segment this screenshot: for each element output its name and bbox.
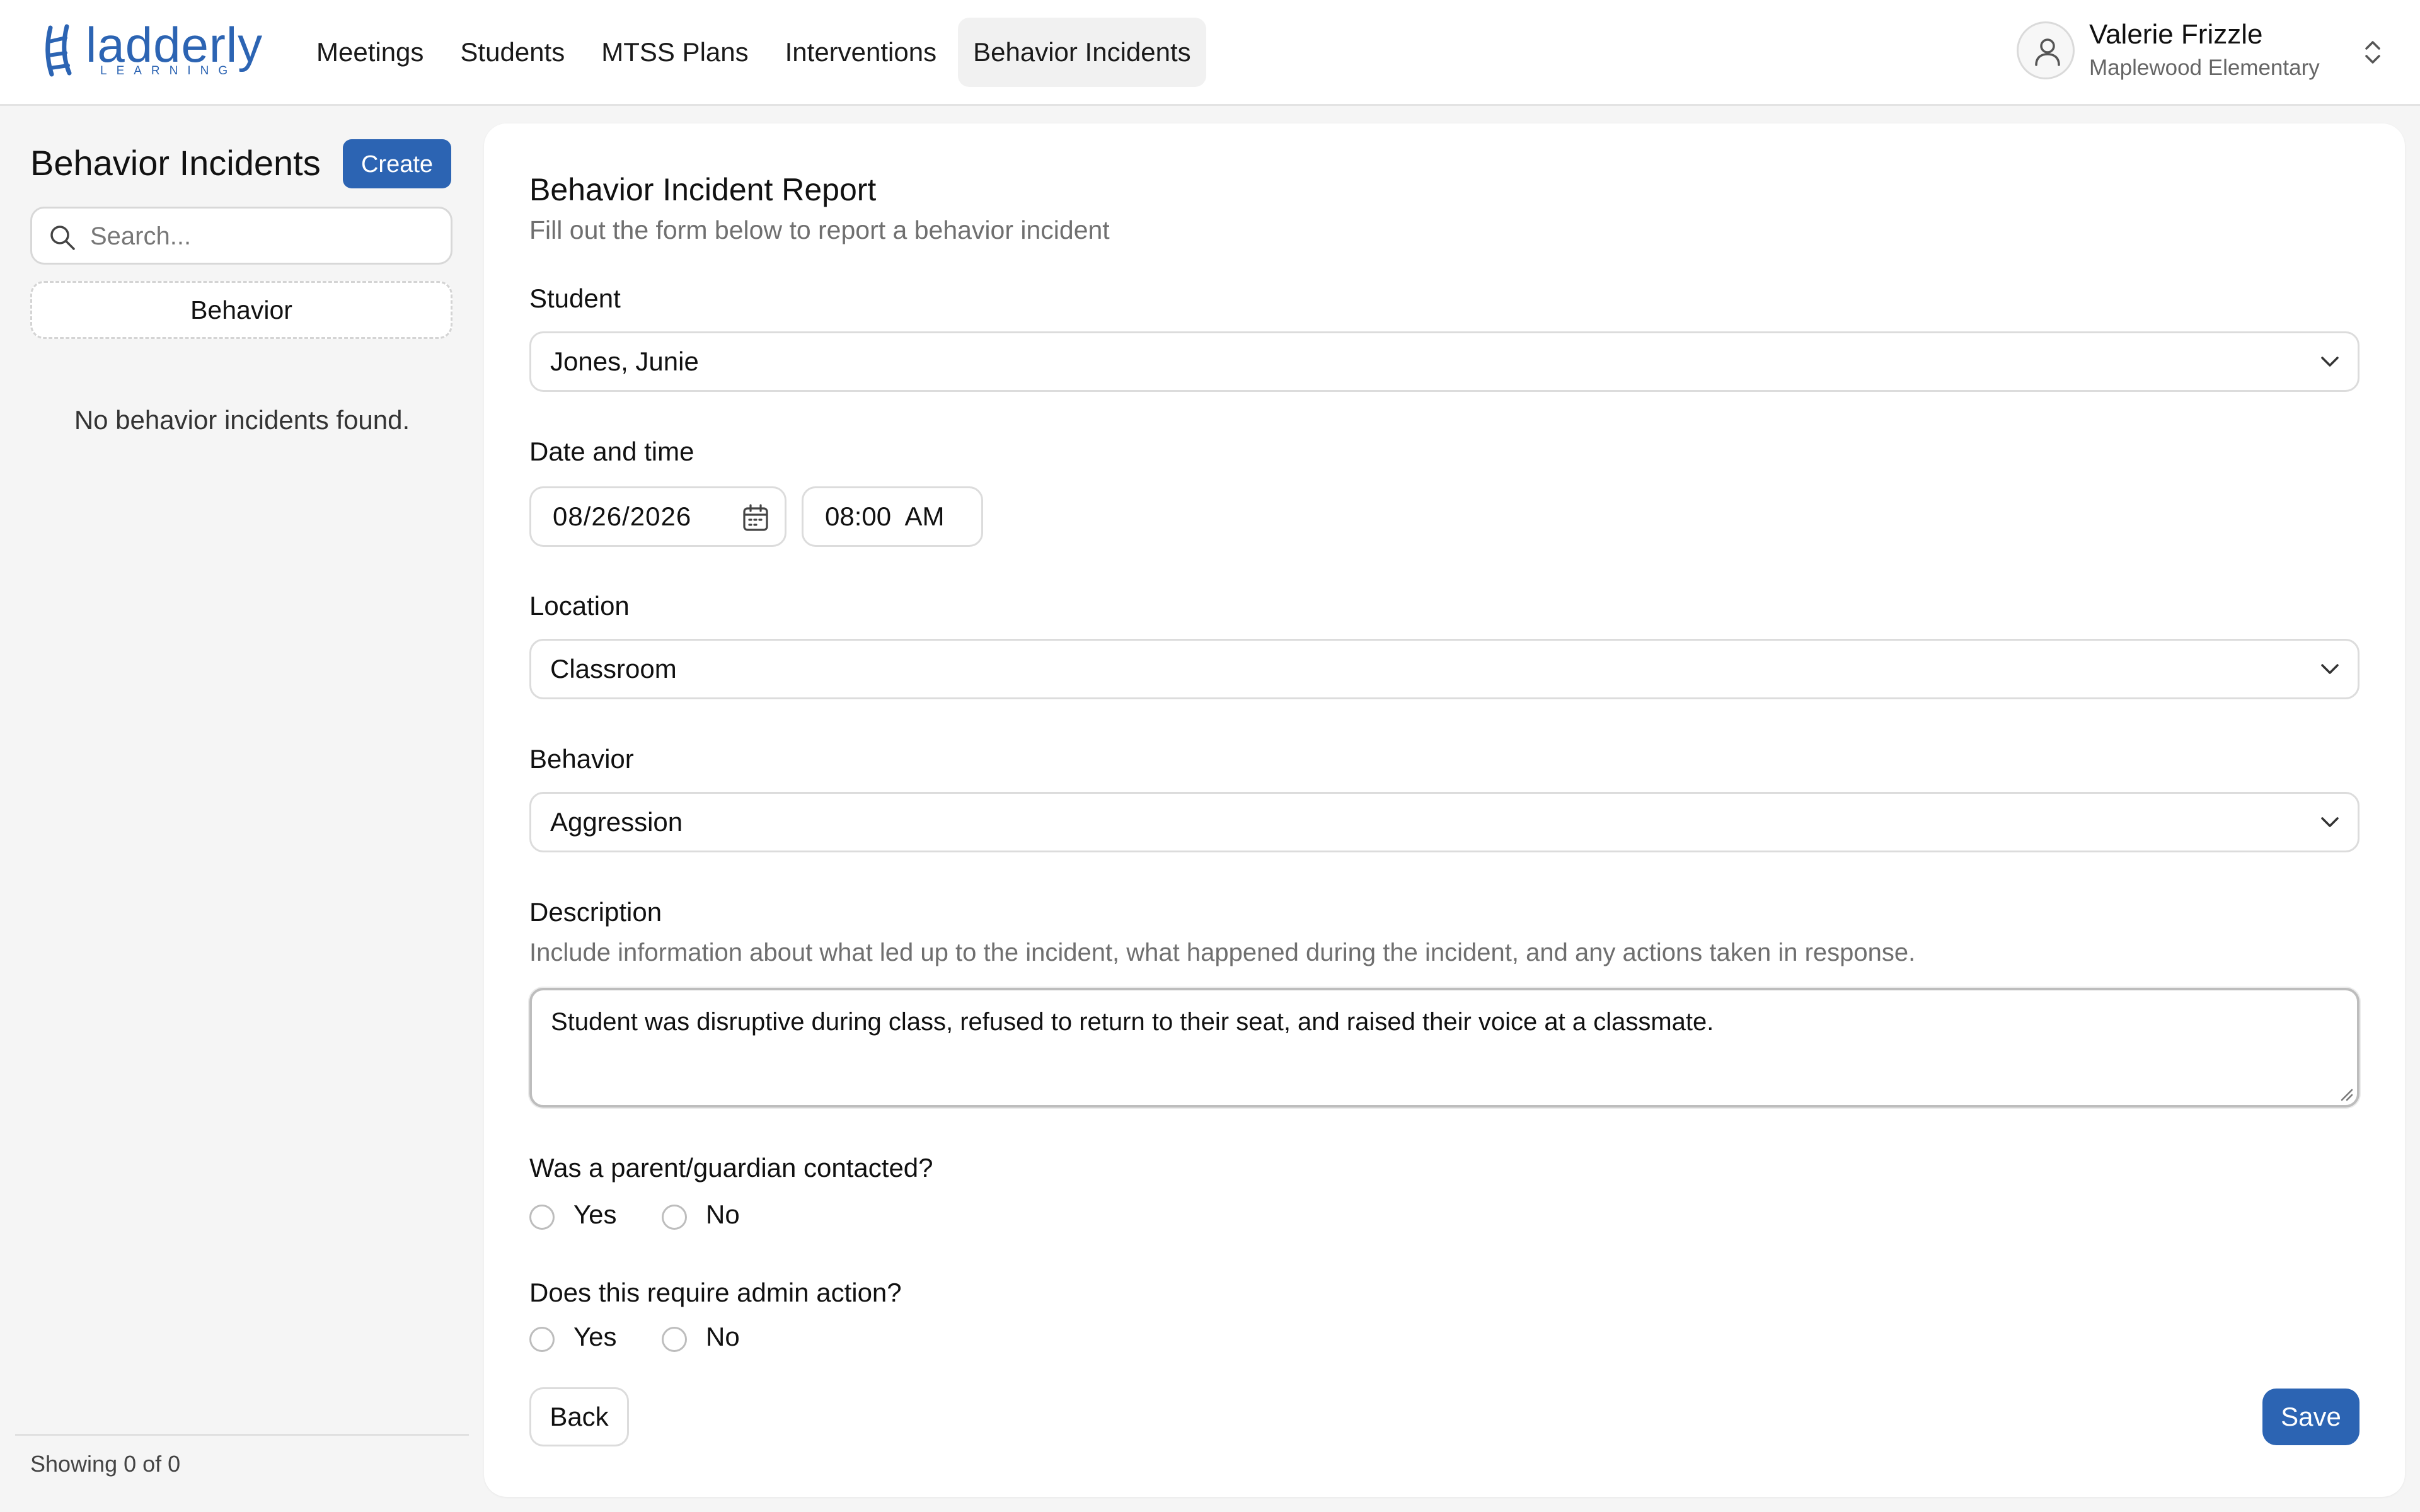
time-value: 08:00 AM (825, 501, 945, 531)
nav-students[interactable]: Students (445, 18, 580, 87)
student-label: Student (529, 284, 621, 313)
admin-action-label: Does this require admin action? (529, 1278, 902, 1307)
description-helper-text: Include information about what led up to… (529, 939, 1916, 966)
radio-label: No (706, 1200, 740, 1229)
chevron-down-icon (2321, 357, 2339, 367)
location-select[interactable]: Classroom (529, 639, 2360, 699)
create-button[interactable]: Create (343, 139, 451, 188)
sidebar-title: Behavior Incidents (30, 143, 321, 183)
chevron-down-icon (2321, 664, 2339, 674)
radio-button[interactable] (662, 1327, 687, 1352)
date-input[interactable]: 08/26/2026 (529, 486, 786, 547)
brand-tagline: LEARNING (100, 64, 238, 77)
user-school: Maplewood Elementary (2089, 55, 2320, 80)
radio-button[interactable] (662, 1205, 687, 1230)
nav-behavior-incidents[interactable]: Behavior Incidents (958, 18, 1206, 87)
main-nav: Meetings Students MTSS Plans Interventio… (301, 18, 1206, 87)
description-label: Description (529, 897, 662, 927)
behavior-label: Behavior (529, 744, 634, 774)
radio-label: No (706, 1322, 740, 1351)
description-textarea[interactable]: Student was disruptive during class, ref… (529, 988, 2360, 1108)
radio-label: Yes (573, 1322, 617, 1351)
behavior-select-value: Aggression (550, 807, 683, 837)
incident-report-card: Behavior Incident Report Fill out the fo… (484, 123, 2405, 1497)
nav-interventions[interactable]: Interventions (770, 18, 952, 87)
brand-logo[interactable]: ladderly LEARNING (42, 17, 262, 84)
location-select-value: Classroom (550, 654, 677, 684)
parent-contacted-label: Was a parent/guardian contacted? (529, 1153, 933, 1183)
back-button[interactable]: Back (529, 1387, 629, 1446)
top-navigation-bar: ladderly LEARNING Meetings Students MTSS… (0, 0, 2420, 106)
radio-button[interactable] (529, 1327, 555, 1352)
form-subtitle: Fill out the form below to report a beha… (529, 215, 1110, 244)
results-count: Showing 0 of 0 (30, 1451, 181, 1477)
location-label: Location (529, 591, 630, 621)
nav-meetings[interactable]: Meetings (301, 18, 439, 87)
sidebar: Behavior Incidents Create Behavior No be… (0, 106, 484, 1512)
chevron-down-icon (2321, 817, 2339, 827)
nav-mtss-plans[interactable]: MTSS Plans (586, 18, 763, 87)
date-value: 08/26/2026 (553, 501, 692, 531)
user-icon (2035, 38, 2060, 66)
empty-state-message: No behavior incidents found. (74, 405, 410, 435)
ladder-logo-icon (45, 24, 72, 77)
search-icon (50, 226, 75, 250)
user-switcher[interactable]: Valerie Frizzle Maplewood Elementary (2017, 18, 2382, 87)
chevron-up-down-icon[interactable] (2363, 39, 2382, 66)
radio-label: Yes (573, 1200, 617, 1229)
search-input[interactable] (89, 216, 444, 256)
radio-button[interactable] (529, 1205, 555, 1230)
save-button[interactable]: Save (2262, 1389, 2360, 1445)
time-input[interactable]: 08:00 AM (802, 486, 983, 547)
search-box (30, 207, 452, 265)
user-name: Valerie Frizzle (2089, 19, 2263, 50)
avatar (2017, 21, 2075, 79)
description-value: Student was disruptive during class, ref… (551, 1008, 1714, 1036)
behavior-filter-button[interactable]: Behavior (30, 281, 452, 339)
form-title: Behavior Incident Report (529, 172, 877, 207)
calendar-icon[interactable] (742, 503, 769, 532)
behavior-select[interactable]: Aggression (529, 792, 2360, 852)
datetime-label: Date and time (529, 437, 694, 466)
student-select-value: Jones, Junie (550, 346, 699, 376)
student-select[interactable]: Jones, Junie (529, 331, 2360, 392)
resize-grip-icon[interactable] (2337, 1085, 2353, 1101)
sidebar-divider (15, 1434, 469, 1436)
